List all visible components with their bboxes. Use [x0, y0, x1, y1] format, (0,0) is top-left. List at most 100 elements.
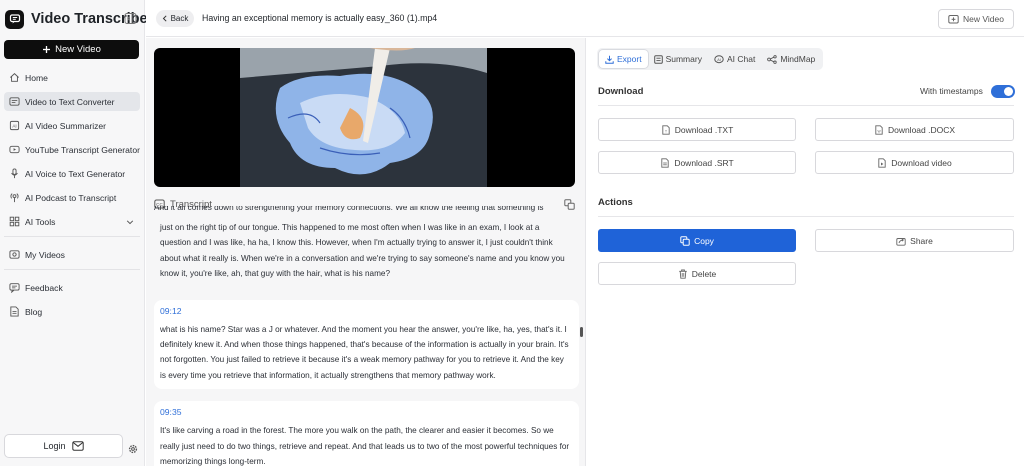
- blog-icon: [10, 306, 19, 317]
- sidebar-item-ai-podcast[interactable]: AI Podcast to Transcript: [4, 188, 140, 207]
- svg-text:T: T: [665, 129, 667, 133]
- sidebar-nav: Home Video to Text Converter AI AI Video…: [4, 68, 140, 326]
- divider: [598, 216, 1014, 217]
- sidebar-item-label: Home: [25, 72, 48, 83]
- chevron-down-icon: [126, 219, 134, 224]
- download-srt-button[interactable]: Download .SRT: [598, 151, 796, 174]
- divider: [4, 236, 140, 237]
- with-timestamps-label: With timestamps: [920, 86, 983, 96]
- home-icon: [10, 73, 19, 82]
- segment-text: just on the right tip of our tongue. Thi…: [160, 223, 565, 279]
- export-panel: Export Summary AI AI Chat MindMap Downlo…: [587, 38, 1024, 466]
- download-docx-button[interactable]: W Download .DOCX: [815, 118, 1014, 141]
- tab-ai-chat[interactable]: AI AI Chat: [708, 50, 761, 68]
- download-section-title: Download: [598, 86, 644, 97]
- tab-label: MindMap: [780, 54, 816, 64]
- download-txt-button[interactable]: T Download .TXT: [598, 118, 796, 141]
- collapse-sidebar-icon[interactable]: [124, 12, 137, 25]
- segment-text: And it all comes down to strengthening y…: [154, 206, 544, 212]
- delete-button[interactable]: Delete: [598, 262, 796, 285]
- segment-timestamp[interactable]: 09:12: [160, 306, 571, 316]
- summary-icon: [653, 54, 663, 64]
- transcript-segments: And it all comes down to strengthening y…: [154, 206, 579, 466]
- chevron-left-icon: [162, 15, 167, 22]
- new-video-top-button[interactable]: New Video: [938, 9, 1014, 29]
- video-player[interactable]: [154, 48, 575, 187]
- tab-label: Summary: [665, 54, 702, 64]
- file-title: Having an exceptional memory is actually…: [202, 13, 438, 23]
- delete-label: Delete: [691, 268, 717, 279]
- tab-mindmap[interactable]: MindMap: [761, 50, 821, 68]
- download-icon: [605, 55, 614, 64]
- txt-file-icon: T: [662, 124, 670, 135]
- video-file-icon: [878, 157, 886, 168]
- timestamps-toggle[interactable]: [991, 85, 1015, 98]
- download-txt-label: Download .TXT: [674, 124, 734, 135]
- sidebar-item-label: AI Voice to Text Generator: [25, 168, 126, 179]
- sidebar-item-home[interactable]: Home: [4, 68, 140, 87]
- tab-label: Export: [617, 54, 642, 64]
- sidebar-item-blog[interactable]: Blog: [4, 302, 140, 321]
- my-videos-icon: [9, 250, 20, 259]
- transcript-segment[interactable]: 09:35 It's like carving a road in the fo…: [154, 401, 579, 466]
- transcript-column: CC Transcript And it all comes down to s…: [146, 38, 586, 466]
- podcast-icon: [10, 193, 19, 203]
- sidebar-item-video-to-text[interactable]: Video to Text Converter: [4, 92, 140, 111]
- upload-video-icon: [948, 15, 959, 24]
- sidebar-item-label: AI Podcast to Transcript: [25, 192, 117, 203]
- video-text-icon: [9, 97, 20, 106]
- sidebar-item-my-videos[interactable]: My Videos: [4, 245, 140, 264]
- svg-text:W: W: [877, 129, 881, 133]
- divider: [598, 105, 1014, 106]
- divider: [4, 269, 140, 270]
- mindmap-icon: [767, 54, 777, 64]
- tab-summary[interactable]: Summary: [648, 50, 708, 68]
- summarizer-icon: AI: [9, 120, 20, 131]
- sidebar-item-youtube-transcript[interactable]: YouTube Transcript Generator: [4, 140, 140, 159]
- top-bar: Back Having an exceptional memory is act…: [146, 0, 1024, 37]
- sidebar-item-ai-video-summarizer[interactable]: AI AI Video Summarizer: [4, 116, 140, 135]
- back-label: Back: [170, 14, 189, 23]
- scrollbar-thumb[interactable]: [580, 327, 583, 337]
- plus-icon: [43, 46, 51, 53]
- feedback-icon: [9, 283, 20, 293]
- copy-button[interactable]: Copy: [598, 229, 796, 252]
- back-button[interactable]: Back: [156, 10, 194, 27]
- new-video-top-label: New Video: [963, 14, 1004, 24]
- new-video-button[interactable]: New Video: [4, 40, 139, 59]
- login-button[interactable]: Login: [4, 434, 123, 458]
- segment-timestamp[interactable]: 09:35: [160, 407, 571, 417]
- sidebar-item-ai-tools[interactable]: AI Tools: [4, 212, 140, 231]
- brand-logo-icon: [5, 9, 24, 29]
- download-docx-label: Download .DOCX: [887, 124, 956, 135]
- svg-text:AI: AI: [717, 57, 721, 61]
- sidebar-item-label: AI Tools: [25, 216, 56, 227]
- tab-export[interactable]: Export: [599, 50, 648, 68]
- sidebar-item-label: My Videos: [25, 249, 65, 260]
- tab-label: AI Chat: [726, 54, 756, 64]
- segment-text: It's like carving a road in the forest. …: [160, 426, 570, 466]
- sidebar-item-ai-voice-to-text[interactable]: AI Voice to Text Generator: [4, 164, 140, 183]
- grid-icon: [9, 216, 20, 227]
- ai-chat-icon: AI: [714, 54, 724, 63]
- mail-icon: [71, 441, 84, 451]
- share-label: Share: [910, 235, 933, 246]
- copy-label: Copy: [694, 235, 714, 246]
- actions-section-title: Actions: [598, 197, 633, 208]
- new-video-label: New Video: [55, 44, 101, 55]
- partial-text-top: And it all comes down to strengthening y…: [154, 206, 579, 218]
- copy-icon: [680, 235, 690, 246]
- sidebar-item-label: Blog: [25, 306, 43, 317]
- transcript-segment[interactable]: And it all comes down to strengthening y…: [154, 206, 579, 288]
- segment-text: what is his name? Star was a J or whatev…: [160, 324, 569, 380]
- settings-gear-icon[interactable]: [128, 441, 138, 454]
- video-frame: [240, 48, 487, 187]
- share-icon: [896, 237, 906, 246]
- transcript-segment[interactable]: 09:12 what is his name? Star was a J or …: [154, 299, 579, 390]
- download-srt-label: Download .SRT: [674, 157, 734, 168]
- sidebar-item-label: AI Video Summarizer: [25, 120, 107, 131]
- share-button[interactable]: Share: [815, 229, 1014, 252]
- download-video-button[interactable]: Download video: [815, 151, 1014, 174]
- sidebar-item-feedback[interactable]: Feedback: [4, 278, 140, 297]
- trash-icon: [678, 269, 687, 279]
